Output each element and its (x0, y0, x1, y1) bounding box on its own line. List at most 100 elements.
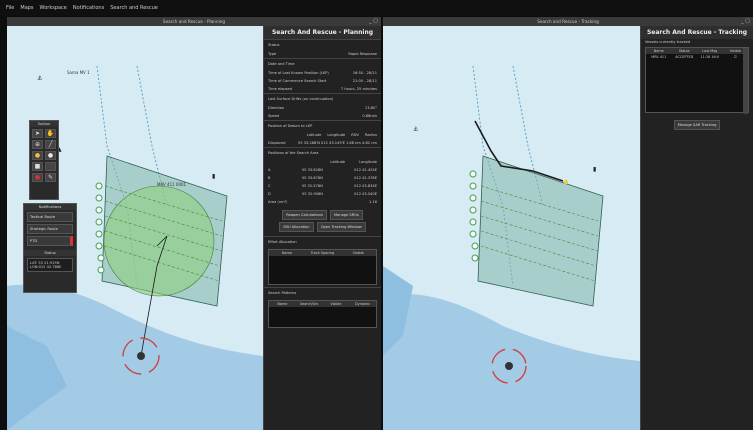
blank-tool[interactable] (45, 162, 56, 171)
displaced-value: 55 33.288'N 012 43.149'E 1.68 nm 4.82 nm (297, 141, 377, 145)
tracking-chart-svg[interactable]: ⚓ ▮ (383, 26, 640, 430)
css-value: 21:00 - 28/11 (352, 79, 377, 83)
vessel-status: ACCEPTED (675, 55, 694, 59)
status-label: Status (24, 250, 76, 256)
action-buttons: Reopen Calculations Manage SRUs SRU Allo… (264, 206, 381, 236)
type-label: Type (268, 52, 277, 56)
type-value: Rapid Response (348, 52, 377, 56)
manage-sar-tracking-button[interactable]: Manage SAR Tracking (673, 120, 721, 130)
corner-id: D (268, 192, 271, 196)
pattern-col-dynamic[interactable]: Dynamic (349, 301, 376, 307)
strategic-route-item[interactable]: Strategic Route (27, 224, 73, 234)
corner-lon: 012 43.834E (354, 184, 377, 188)
menu-file[interactable]: File (6, 5, 14, 11)
elapsed-row: Time elapsed 7 hours, 25 minutes (264, 85, 381, 93)
zoom-tool-icon[interactable]: ⊕ (32, 140, 43, 149)
corner-lat: 55 32.908N (301, 192, 323, 196)
beacon-icon: ▮ (593, 166, 596, 173)
ruler-tool-icon[interactable]: ╱ (45, 140, 56, 149)
sru-label-2: MRV 411 0001 (157, 182, 187, 187)
pan-tool-icon[interactable]: ✋ (45, 129, 56, 138)
corner-lat: 55 33.678N (301, 176, 323, 180)
area-label: Area (nm²) (268, 200, 288, 204)
sru-allocation-button[interactable]: SRU Allocation (279, 222, 314, 232)
open-tracking-window-button[interactable]: Open Tracking Window (316, 222, 366, 232)
datum-col-lat: Latitude (306, 133, 322, 137)
effort-table[interactable]: Name Track Spacing Visible (268, 249, 377, 285)
pattern-col-visible[interactable]: Visible (323, 301, 350, 307)
elapsed-label: Time elapsed (268, 87, 292, 91)
corner-col-lat: Latitude (330, 160, 346, 164)
lkp-label: Time of Last Known Position (LKP) (268, 71, 329, 75)
effort-col-visible[interactable]: Visible (340, 250, 376, 256)
patterns-table[interactable]: Name Search/Srv Visible Dynamic (268, 300, 377, 328)
circle-tool-icon[interactable]: ● (32, 151, 43, 160)
datum-header: Latitude Longitude RDV Radius (264, 131, 381, 139)
layers-tool-icon[interactable]: ● (45, 151, 56, 160)
map-toolbar: Toolbar ➤ ✋ ⊕ ╱ ● ● ■ ● ✎ (29, 120, 59, 200)
menu-maps[interactable]: Maps (20, 5, 33, 11)
pattern-col-name[interactable]: Name (269, 301, 296, 307)
speed-label: Speed (268, 114, 280, 118)
direction-row: Direction 13.80° (264, 104, 381, 112)
effort-col-name[interactable]: Name (269, 250, 305, 256)
planning-window: Search and Rescue - Planning _ ▢ Sama MV… (7, 17, 381, 430)
marker-tool-icon[interactable]: ● (32, 173, 43, 182)
menu-notifications[interactable]: Notifications (73, 5, 104, 11)
sru-label-1: Sama MV 1 (67, 70, 90, 75)
menu-bar: File Maps Workspace Notifications Search… (0, 0, 753, 16)
corner-row: B 55 33.678N 012 42.378E (264, 174, 381, 182)
vessel-marker[interactable] (563, 179, 569, 185)
corners-header: Latitude Longitude (264, 158, 381, 166)
corner-lon: 012 42.424E (354, 168, 377, 172)
vessels-label: Vessels currently tracked (645, 40, 691, 44)
window-controls[interactable]: _ ▢ (369, 17, 378, 26)
manage-srus-button[interactable]: Manage SRUs (330, 210, 363, 220)
corner-id: B (268, 176, 271, 180)
datum-col-radius: Radius (364, 133, 377, 137)
lkp-value: 16:50 - 28/11 (352, 71, 377, 75)
corner-row: A 55 33.628N 012 42.424E (264, 166, 381, 174)
table-row[interactable]: MRV 411 ACCEPTED 11:28 16:0 ☑ (646, 54, 748, 60)
vessel-name: MRV 411 (651, 55, 667, 59)
ptd-item[interactable]: PTD (27, 236, 73, 246)
planning-header: Search And Rescue - Planning (264, 26, 381, 39)
planning-window-title: Search and Rescue - Planning (7, 17, 381, 26)
pointer-tool-icon[interactable]: ➤ (32, 129, 43, 138)
corner-lat: 55 32.578N (301, 184, 323, 188)
css-label: Time of Commence Search Start (268, 79, 327, 83)
pattern-col-search[interactable]: Search/Srv (296, 301, 323, 307)
manage-section: Manage SAR Tracking (641, 115, 753, 135)
tracking-window-title: Search and Rescue - Tracking (383, 17, 753, 26)
datum-col-rdv: RDV (351, 133, 359, 137)
notifications-label: Notifications (24, 204, 76, 210)
planning-panel: Search And Rescue - Planning Status Type… (263, 26, 381, 430)
vessels-scrollbar[interactable] (743, 48, 748, 114)
vessel-lastmsg: 11:28 16:0 (700, 55, 719, 59)
date-time-section: Date and Time (264, 58, 381, 69)
corner-id: A (268, 168, 271, 172)
rect-tool-icon[interactable]: ■ (32, 162, 43, 171)
elapsed-value: 7 hours, 25 minutes (340, 87, 377, 91)
tactical-route-item[interactable]: Tactical Route (27, 212, 73, 222)
window-controls[interactable]: _ ▢ (741, 17, 750, 26)
tracking-map[interactable]: ⚓ ▮ (383, 26, 640, 430)
settings-tool-icon[interactable]: ✎ (45, 173, 56, 182)
menu-search-and-rescue[interactable]: Search and Rescue (110, 5, 158, 11)
status-box: LAT: 55 21.919N LON:012 42.766E (27, 258, 73, 272)
speed-row: Speed 0.88m/s (264, 112, 381, 120)
corner-col-lon: Longitude (359, 160, 377, 164)
tracking-panel: Search And Rescue - Tracking Vessels cur… (640, 26, 753, 430)
effort-section: Effort Allocation (264, 236, 381, 247)
datum-section: Position of Datum to LKP (264, 120, 381, 131)
datum-col-lon: Longitude (327, 133, 346, 137)
datum-circle[interactable] (103, 185, 215, 297)
reopen-calculations-button[interactable]: Reopen Calculations (282, 210, 327, 220)
vessels-table[interactable]: Name Status Last Msg Visible MRV 411 ACC… (645, 47, 749, 114)
menu-workspace[interactable]: Workspace (40, 5, 67, 11)
corners-section: Positions of the Search Area (264, 147, 381, 158)
corner-row: D 55 32.908N 012 43.040E (264, 190, 381, 198)
buoy-icon: ⚓ (37, 75, 42, 82)
area-row: Area (nm²) 1.16 (264, 198, 381, 206)
effort-col-spacing[interactable]: Track Spacing (305, 250, 341, 256)
